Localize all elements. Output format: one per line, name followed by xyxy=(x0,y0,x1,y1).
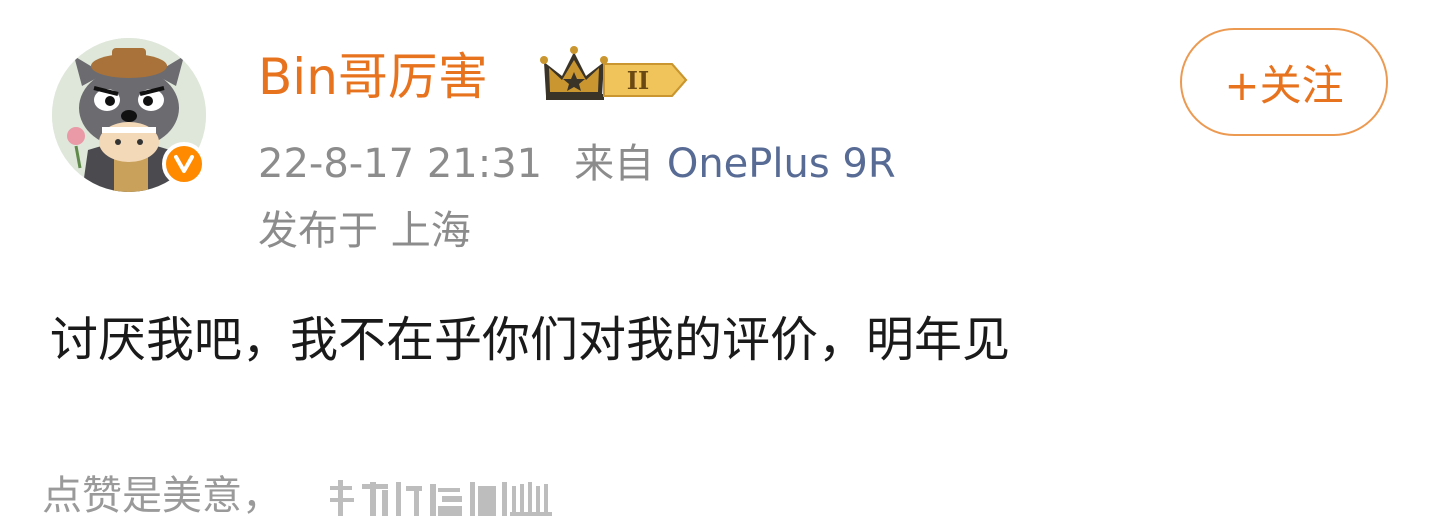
level-badge-text: II xyxy=(627,66,649,95)
checkmark-v-icon xyxy=(174,155,194,173)
post-meta: 22-8-17 21:31 来自 OnePlus 9R xyxy=(258,138,896,190)
crown-level-badge-icon[interactable]: II xyxy=(540,44,692,106)
verified-badge-icon xyxy=(162,142,206,186)
source-prefix: 来自 xyxy=(574,141,655,187)
avatar-container[interactable] xyxy=(52,38,206,192)
author-name[interactable]: Bin哥厉害 xyxy=(258,44,488,110)
post-timestamp: 22-8-17 21:31 xyxy=(258,141,543,187)
crown-icon: II xyxy=(540,46,688,100)
post-location: 发布于 上海 xyxy=(258,208,471,254)
scribble-watermark-icon xyxy=(330,480,552,516)
follow-button[interactable]: +关注 xyxy=(1180,28,1388,136)
post-content: 讨厌我吧，我不在乎你们对我的评价，明年见 xyxy=(50,312,1011,368)
device-link[interactable]: OnePlus 9R xyxy=(667,141,896,187)
footer-note: 点赞是美意， xyxy=(42,473,282,519)
